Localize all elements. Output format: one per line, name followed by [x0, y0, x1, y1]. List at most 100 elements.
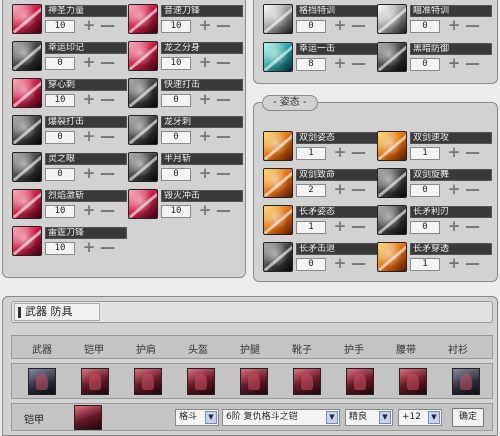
- skill-slot: 格挡特训 0 + —: [263, 4, 381, 38]
- decrease-level-button[interactable]: —: [100, 240, 115, 256]
- skill-icon[interactable]: [377, 4, 407, 34]
- skill-icon[interactable]: [12, 78, 42, 108]
- increase-level-button[interactable]: +: [333, 256, 347, 272]
- increase-level-button[interactable]: +: [82, 55, 96, 71]
- increase-level-button[interactable]: +: [82, 240, 96, 256]
- decrease-level-button[interactable]: —: [216, 129, 231, 145]
- increase-level-button[interactable]: +: [447, 18, 461, 34]
- skill-icon[interactable]: [12, 152, 42, 182]
- equipment-shoulder-icon[interactable]: [134, 368, 162, 395]
- increase-level-button[interactable]: +: [198, 92, 212, 108]
- equipment-boots-icon[interactable]: [293, 368, 321, 395]
- decrease-level-button[interactable]: —: [100, 92, 115, 108]
- increase-level-button[interactable]: +: [198, 55, 212, 71]
- decrease-level-button[interactable]: —: [216, 203, 231, 219]
- decrease-level-button[interactable]: —: [465, 256, 480, 272]
- increase-level-button[interactable]: +: [447, 56, 461, 72]
- decrease-level-button[interactable]: —: [465, 182, 480, 198]
- decrease-level-button[interactable]: —: [351, 256, 366, 272]
- decrease-level-button[interactable]: —: [100, 203, 115, 219]
- skill-level-value: 0: [296, 20, 326, 33]
- skill-icon[interactable]: [377, 168, 407, 198]
- skill-icon[interactable]: [263, 42, 293, 72]
- increase-level-button[interactable]: +: [333, 219, 347, 235]
- skill-icon[interactable]: [377, 131, 407, 161]
- decrease-level-button[interactable]: —: [100, 55, 115, 71]
- skill-icon[interactable]: [128, 78, 158, 108]
- equipment-shirt-icon[interactable]: [452, 368, 480, 395]
- increase-level-button[interactable]: +: [198, 166, 212, 182]
- decrease-level-button[interactable]: —: [100, 18, 115, 34]
- increase-level-button[interactable]: +: [198, 203, 212, 219]
- increase-level-button[interactable]: +: [198, 129, 212, 145]
- equipment-slot-header: 护腿: [240, 345, 260, 356]
- equipment-belt-icon[interactable]: [399, 368, 427, 395]
- increase-level-button[interactable]: +: [447, 145, 461, 161]
- decrease-level-button[interactable]: —: [351, 219, 366, 235]
- increase-level-button[interactable]: +: [82, 129, 96, 145]
- quality-select[interactable]: 精良 ▼: [345, 409, 393, 426]
- increase-level-button[interactable]: +: [82, 18, 96, 34]
- skill-icon[interactable]: [377, 42, 407, 72]
- skill-icon[interactable]: [12, 189, 42, 219]
- increase-level-button[interactable]: +: [333, 145, 347, 161]
- equipment-weapon-icon[interactable]: [28, 368, 56, 395]
- skill-icon[interactable]: [128, 115, 158, 145]
- decrease-level-button[interactable]: —: [351, 56, 366, 72]
- decrease-level-button[interactable]: —: [216, 55, 231, 71]
- decrease-level-button[interactable]: —: [351, 18, 366, 34]
- equipment-helmet-icon[interactable]: [187, 368, 215, 395]
- decrease-level-button[interactable]: —: [465, 56, 480, 72]
- decrease-level-button[interactable]: —: [465, 18, 480, 34]
- skill-level-value: 10: [45, 205, 75, 218]
- decrease-level-button[interactable]: —: [216, 166, 231, 182]
- skill-icon[interactable]: [12, 226, 42, 256]
- dropdown-arrow-icon: ▼: [326, 411, 338, 424]
- increase-level-button[interactable]: +: [333, 182, 347, 198]
- increase-level-button[interactable]: +: [82, 92, 96, 108]
- skill-icon[interactable]: [263, 168, 293, 198]
- skill-icon[interactable]: [128, 4, 158, 34]
- confirm-button[interactable]: 确定: [452, 408, 484, 427]
- item-select[interactable]: 6阶 复仇格斗之铠 ▼: [222, 409, 340, 426]
- increase-level-button[interactable]: +: [333, 56, 347, 72]
- tab-weapon-armor[interactable]: 武器 防具: [14, 303, 100, 321]
- skill-icon[interactable]: [377, 242, 407, 272]
- skill-slot: 烈焰激斩 10 + —: [12, 189, 130, 223]
- equipment-legs-icon[interactable]: [240, 368, 268, 395]
- skill-icon[interactable]: [263, 131, 293, 161]
- equipment-armor-icon[interactable]: [81, 368, 109, 395]
- skill-icon[interactable]: [12, 4, 42, 34]
- increase-level-button[interactable]: +: [447, 219, 461, 235]
- skill-icon[interactable]: [12, 115, 42, 145]
- decrease-level-button[interactable]: —: [351, 182, 366, 198]
- equipment-gloves-icon[interactable]: [346, 368, 374, 395]
- enhance-select[interactable]: +12 ▼: [398, 409, 442, 426]
- increase-level-button[interactable]: +: [82, 166, 96, 182]
- skill-icon[interactable]: [263, 242, 293, 272]
- decrease-level-button[interactable]: —: [216, 18, 231, 34]
- increase-level-button[interactable]: +: [447, 256, 461, 272]
- quality-select-value: 精良: [349, 412, 368, 422]
- decrease-level-button[interactable]: —: [465, 219, 480, 235]
- decrease-level-button[interactable]: —: [100, 129, 115, 145]
- increase-level-button[interactable]: +: [333, 18, 347, 34]
- skill-icon[interactable]: [12, 41, 42, 71]
- increase-level-button[interactable]: +: [447, 182, 461, 198]
- skill-slot: 瞄准特训 0 + —: [377, 4, 495, 38]
- decrease-level-button[interactable]: —: [100, 166, 115, 182]
- skill-icon[interactable]: [377, 205, 407, 235]
- equipment-slot-icons: [11, 363, 493, 399]
- increase-level-button[interactable]: +: [82, 203, 96, 219]
- skill-icon[interactable]: [263, 205, 293, 235]
- skill-icon[interactable]: [128, 189, 158, 219]
- decrease-level-button[interactable]: —: [216, 92, 231, 108]
- skill-icon[interactable]: [263, 4, 293, 34]
- skill-icon[interactable]: [128, 152, 158, 182]
- decrease-level-button[interactable]: —: [465, 145, 480, 161]
- skill-icon[interactable]: [128, 41, 158, 71]
- increase-level-button[interactable]: +: [198, 18, 212, 34]
- type-select[interactable]: 格斗 ▼: [175, 409, 219, 426]
- decrease-level-button[interactable]: —: [351, 145, 366, 161]
- equipment-panel: 武器 防具 武器 铠甲 护肩 头盔 护腿 靴子 护手 腰带 衬衫 铠甲 格斗 ▼ 6阶 复仇格斗之…: [2, 296, 498, 436]
